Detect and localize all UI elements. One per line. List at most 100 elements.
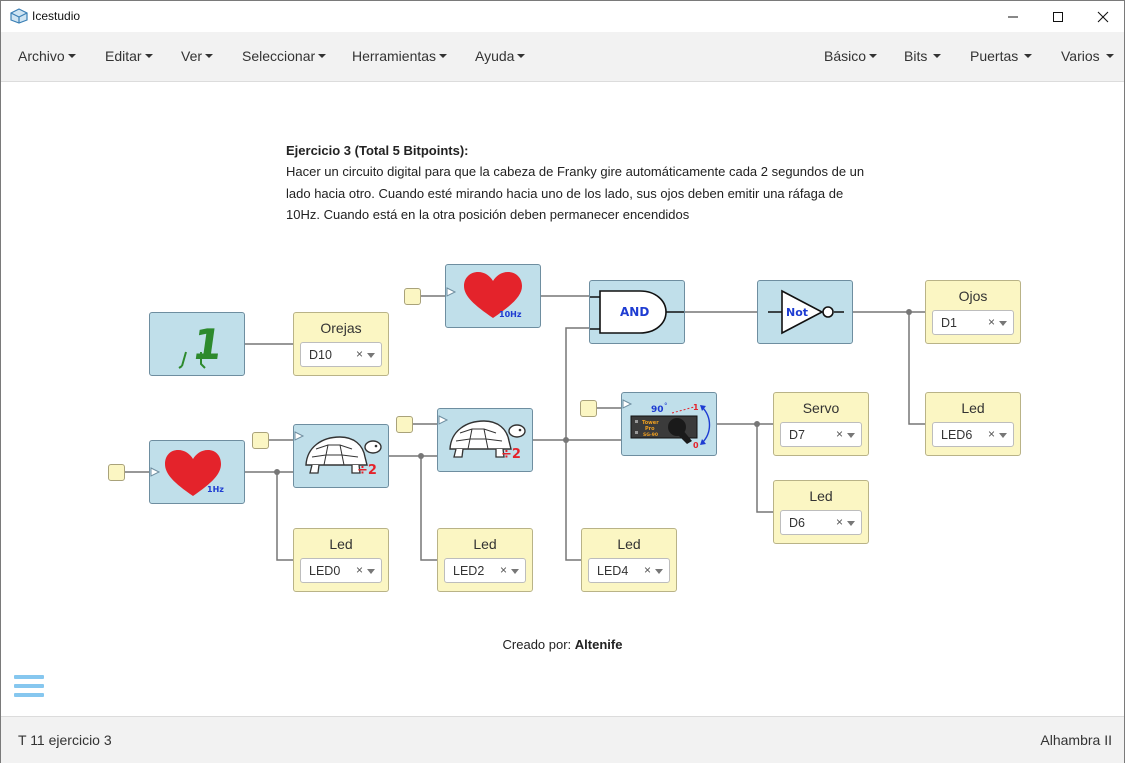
clock-1hz-block[interactable]: 1Hz xyxy=(149,440,245,504)
and-gate-icon: AND xyxy=(590,290,684,334)
clock-10hz-label: 10Hz xyxy=(499,310,522,319)
caret-down-icon[interactable] xyxy=(847,433,855,438)
wire-branch-led4 xyxy=(565,440,581,561)
output-led-ojos[interactable]: Led LED6 × xyxy=(925,392,1021,456)
clear-icon[interactable]: × xyxy=(836,515,843,529)
output-orejas[interactable]: Orejas D10 × xyxy=(293,312,389,376)
not-gate-icon: Not xyxy=(768,289,844,335)
prescaler-div2-block-2[interactable]: ÷2 xyxy=(437,408,533,472)
pin-value: D7 xyxy=(789,428,805,442)
output-label: Servo xyxy=(802,400,840,416)
param-input-servo[interactable] xyxy=(580,400,597,417)
pin-select[interactable]: D7 × xyxy=(780,422,862,447)
clear-icon[interactable]: × xyxy=(356,347,363,361)
exercise-text-line: Hacer un circuito digital para que la ca… xyxy=(286,164,865,180)
output-led4[interactable]: Led LED4 × xyxy=(581,528,677,592)
output-led-d6[interactable]: Led D6 × xyxy=(773,480,869,544)
clear-icon[interactable]: × xyxy=(356,563,363,577)
turtle-icon: ÷2 xyxy=(438,415,526,462)
servo-angle-label: 90 xyxy=(651,405,664,415)
wire-branch-and xyxy=(565,327,590,440)
servo-brand-line2: Pro xyxy=(645,426,655,432)
clear-icon[interactable]: × xyxy=(836,427,843,441)
pin-value: LED0 xyxy=(309,564,341,578)
servo-icon: 90 ° 1 0 Tower Pro SG-90 xyxy=(622,399,711,450)
not-gate-label: Not xyxy=(786,306,808,319)
constant-bit-label: 1 xyxy=(189,320,225,369)
status-bar: T 11 ejercicio 3 Alhambra II xyxy=(1,716,1124,763)
caret-down-icon[interactable] xyxy=(847,521,855,526)
not-gate-block[interactable]: Not xyxy=(757,280,853,344)
prescaler-div2-block-1[interactable]: ÷2 xyxy=(293,424,389,488)
junction-dot xyxy=(754,421,760,427)
pin-select[interactable]: LED6 × xyxy=(932,422,1014,447)
clear-icon[interactable]: × xyxy=(988,427,995,441)
divider-label: ÷2 xyxy=(501,447,521,462)
caret-down-icon[interactable] xyxy=(367,569,375,574)
param-input-heart1[interactable] xyxy=(108,464,125,481)
heart-icon: 10Hz xyxy=(446,272,522,319)
wire-branch-led0 xyxy=(276,472,293,561)
caret-down-icon[interactable] xyxy=(999,433,1007,438)
constant-bit-icon: 1 xyxy=(178,320,225,369)
caret-down-icon[interactable] xyxy=(999,321,1007,326)
clear-icon[interactable]: × xyxy=(644,563,651,577)
pin-select[interactable]: LED0 × xyxy=(300,558,382,583)
output-label: Led xyxy=(809,488,833,504)
turtle-icon: ÷2 xyxy=(294,431,382,478)
exercise-text-line: 10Hz. Cuando está en la otra posición de… xyxy=(286,206,690,222)
hamburger-menu-icon[interactable] xyxy=(14,675,44,701)
pin-select[interactable]: LED2 × xyxy=(444,558,526,583)
wire-branch-d6 xyxy=(756,424,774,513)
junction-dot xyxy=(418,453,424,459)
param-input-heart10[interactable] xyxy=(404,288,421,305)
exercise-title: Ejercicio 3 (Total 5 Bitpoints): xyxy=(286,143,469,158)
junction-dot xyxy=(563,437,569,443)
pin-select[interactable]: LED4 × xyxy=(588,558,670,583)
output-led2[interactable]: Led LED2 × xyxy=(437,528,533,592)
and-gate-block[interactable]: AND xyxy=(589,280,685,344)
output-label: Led xyxy=(961,400,985,416)
output-label: Led xyxy=(473,536,497,552)
wire-branch-led6 xyxy=(908,312,925,425)
output-label: Ojos xyxy=(958,288,988,304)
constant-one-block[interactable]: 1 xyxy=(149,312,245,376)
clock-1hz-label: 1Hz xyxy=(207,485,224,494)
junction-dot xyxy=(274,469,280,475)
exercise-description: Ejercicio 3 (Total 5 Bitpoints): Hacer u… xyxy=(286,140,916,225)
pin-select[interactable]: D1 × xyxy=(932,310,1014,335)
output-label: Led xyxy=(617,536,641,552)
pin-select[interactable]: D10 × xyxy=(300,342,382,367)
pin-value: D10 xyxy=(309,348,332,362)
param-input-div1[interactable] xyxy=(252,432,269,449)
clock-10hz-block[interactable]: 10Hz xyxy=(445,264,541,328)
caret-down-icon[interactable] xyxy=(511,569,519,574)
output-led0[interactable]: Led LED0 × xyxy=(293,528,389,592)
pin-value: D6 xyxy=(789,516,805,530)
project-name: T 11 ejercicio 3 xyxy=(18,732,112,748)
servo-one-label: 1 xyxy=(693,403,699,412)
pin-value: LED6 xyxy=(941,428,973,442)
credit-prefix: Creado por: xyxy=(502,637,572,652)
pin-value: LED2 xyxy=(453,564,485,578)
servo-degree-label: ° xyxy=(664,402,668,410)
caret-down-icon[interactable] xyxy=(655,569,663,574)
servo-block[interactable]: 90 ° 1 0 Tower Pro SG-90 xyxy=(621,392,717,456)
heart-icon: 1Hz xyxy=(150,450,224,496)
servo-zero-label: 0 xyxy=(693,441,699,450)
board-name[interactable]: Alhambra II xyxy=(1040,732,1112,748)
output-label: Led xyxy=(329,536,353,552)
wire-branch-led2 xyxy=(420,456,437,561)
pin-value: D1 xyxy=(941,316,957,330)
pin-value: LED4 xyxy=(597,564,629,578)
param-input-div2[interactable] xyxy=(396,416,413,433)
output-servo[interactable]: Servo D7 × xyxy=(773,392,869,456)
output-label: Orejas xyxy=(320,320,362,336)
output-ojos[interactable]: Ojos D1 × xyxy=(925,280,1021,344)
clear-icon[interactable]: × xyxy=(500,563,507,577)
exercise-text-line: lado hacia otro. Cuando esté mirando hac… xyxy=(286,185,844,201)
caret-down-icon[interactable] xyxy=(367,353,375,358)
credit-text: Creado por: Altenife xyxy=(1,637,1124,652)
clear-icon[interactable]: × xyxy=(988,315,995,329)
pin-select[interactable]: D6 × xyxy=(780,510,862,535)
